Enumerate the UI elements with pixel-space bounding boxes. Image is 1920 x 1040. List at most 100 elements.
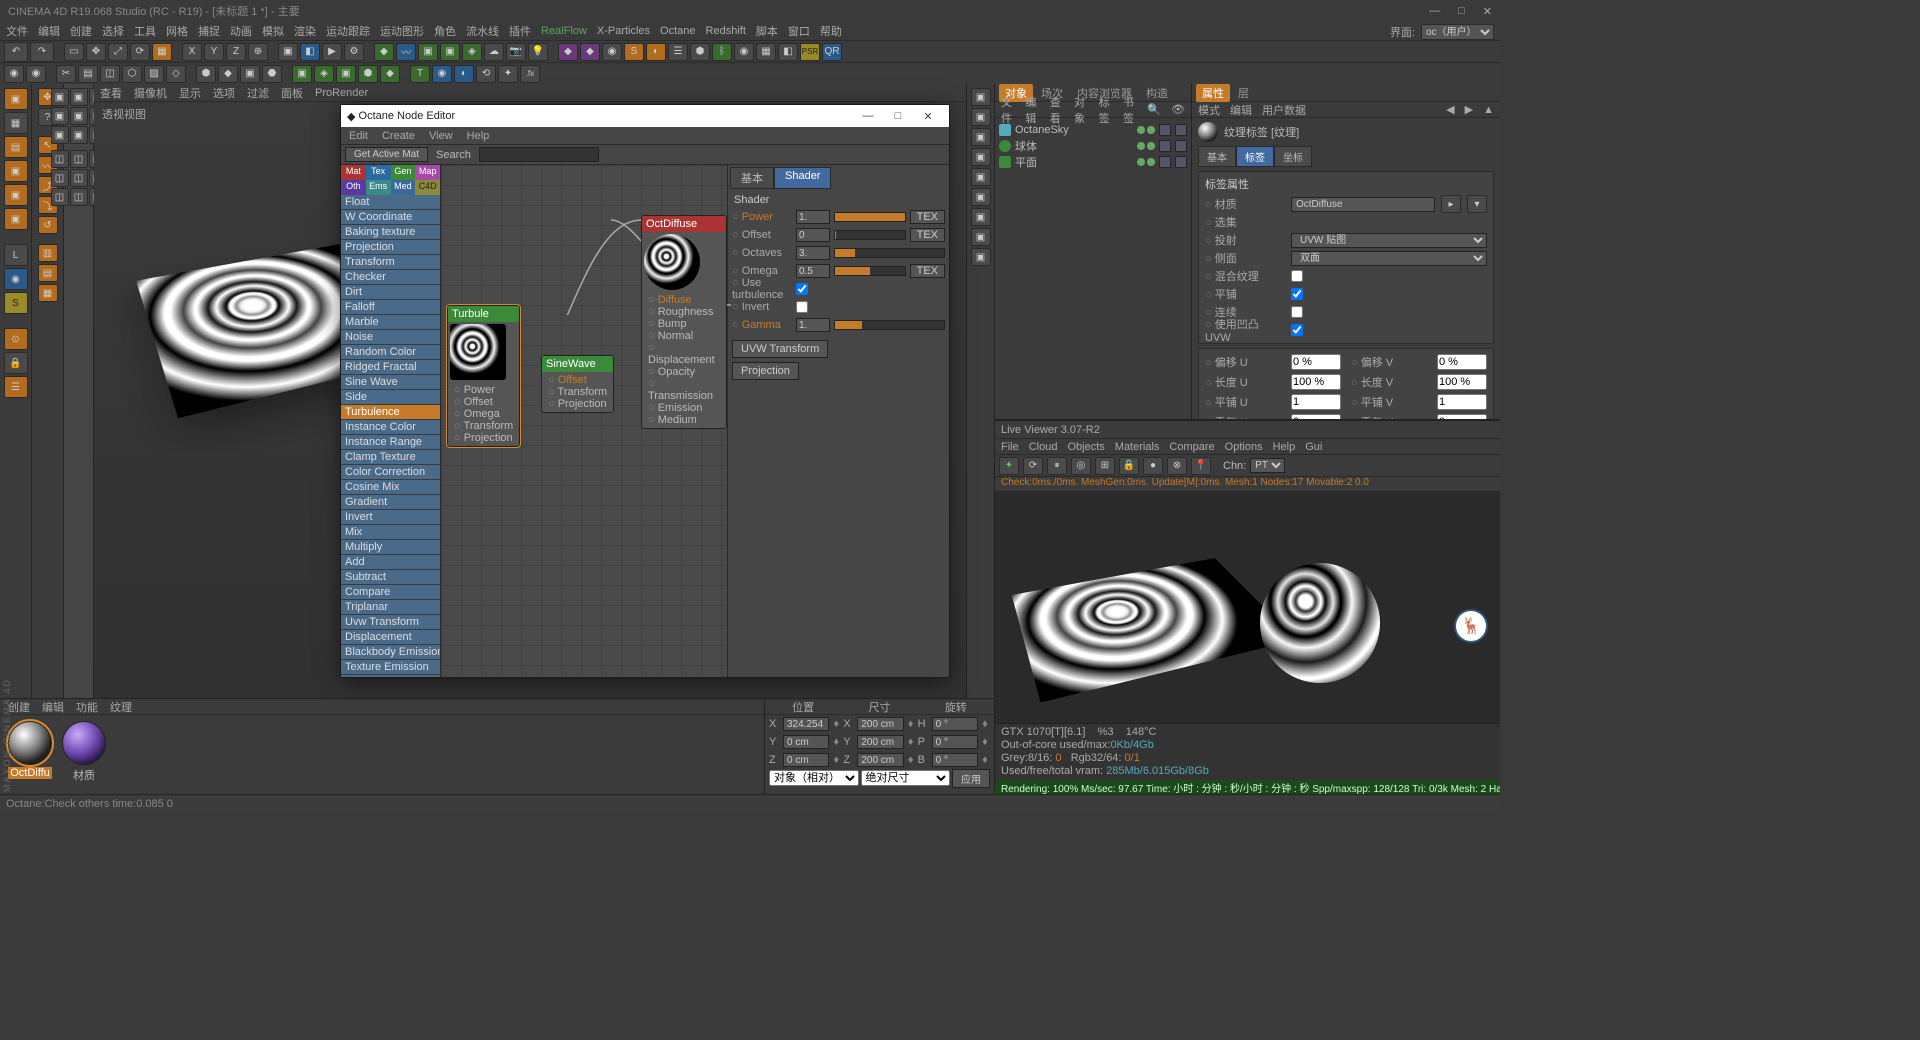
- stop-icon[interactable]: ◎: [1071, 457, 1091, 475]
- pause-icon[interactable]: ⏸: [1047, 457, 1067, 475]
- eye-icon[interactable]: 👁: [1171, 103, 1185, 116]
- search-icon[interactable]: 🔍: [1147, 103, 1161, 116]
- add-icon[interactable]: ◆: [374, 43, 394, 61]
- nav-up-icon[interactable]: ▲: [1483, 104, 1494, 116]
- render-progress: Rendering: 100% Ms/sec: 97.67 Time: 小时 :…: [995, 780, 1500, 794]
- redo-icon[interactable]: ↷: [30, 42, 54, 62]
- close-icon[interactable]: ✕: [1483, 5, 1492, 18]
- pin-icon[interactable]: 📍: [1191, 457, 1211, 475]
- magnet-icon[interactable]: ⊙: [4, 328, 28, 350]
- render-info: Check:0ms./0ms. MeshGen:0ms. Update[M]:0…: [995, 477, 1500, 491]
- channel-select[interactable]: PT: [1250, 458, 1285, 473]
- deformer-icon[interactable]: ◈: [462, 43, 482, 61]
- obj-plane[interactable]: 平面: [999, 154, 1187, 170]
- minimize-icon[interactable]: —: [1429, 5, 1440, 18]
- cube-icon[interactable]: ▣: [278, 43, 298, 61]
- axis-z-icon[interactable]: Z: [226, 43, 246, 61]
- node-search-input[interactable]: [479, 147, 599, 162]
- tool-icon[interactable]: ▦: [152, 43, 172, 61]
- mid-tool-strip: ▣▣▣ ▣▣▣ ▣▣▣ ⚙ ▤: [966, 84, 994, 794]
- light-icon[interactable]: 💡: [528, 43, 548, 61]
- layout-select[interactable]: oc（用户）: [1421, 24, 1494, 40]
- projection-button[interactable]: Projection: [732, 362, 799, 380]
- one-close-icon[interactable]: ✕: [913, 110, 943, 123]
- render-icon[interactable]: ▶: [322, 43, 342, 61]
- window-titlebar: CINEMA 4D R19.068 Studio (RC - R19) - [未…: [0, 0, 1500, 22]
- sky-tag-icon[interactable]: [1159, 124, 1171, 136]
- node-sinewave[interactable]: SineWave Offset Transform Projection: [541, 355, 614, 413]
- lock2-icon[interactable]: 🔒: [1119, 457, 1139, 475]
- tab-shader[interactable]: Shader: [774, 167, 831, 189]
- node-turbulence[interactable]: Turbule Power Offset Omega Transform Pro…: [447, 305, 520, 447]
- apply-button[interactable]: 应用: [952, 769, 990, 788]
- node-octdiffuse[interactable]: OctDiffuse Diffuse Roughness Bump Normal…: [641, 215, 727, 429]
- watermark-icon: 🦌: [1454, 609, 1488, 643]
- generator2-icon[interactable]: ▣: [440, 43, 460, 61]
- diffuse-preview: [644, 234, 700, 290]
- gpu-stats: GTX 1070[T][6.1] %3 148°C Out-of-core us…: [995, 723, 1500, 780]
- material-octdiffuse[interactable]: OctDiffu: [6, 721, 54, 783]
- list-turbulence[interactable]: Turbulence: [341, 405, 440, 420]
- material-field[interactable]: [1291, 197, 1435, 212]
- axis-y-icon[interactable]: Y: [204, 43, 224, 61]
- render-sphere: [1260, 563, 1380, 683]
- use-turbulence-checkbox[interactable]: [796, 283, 808, 295]
- viewport-label: 透视视图: [102, 106, 146, 122]
- play-icon[interactable]: ✦: [999, 457, 1019, 475]
- axis-x-icon[interactable]: X: [182, 43, 202, 61]
- generator-icon[interactable]: ▣: [418, 43, 438, 61]
- tex-button-1[interactable]: TEX: [910, 210, 945, 224]
- uvw-transform-button[interactable]: UVW Transform: [732, 340, 828, 358]
- left-tool-strip-3: ▣▣▣ ▣▣▣ ▣▣▣ ◫◫◫ ◫◫◫ ◫◫◫: [64, 84, 94, 794]
- render-plane: [1012, 558, 1297, 702]
- coordinate-manager: 位置尺寸旋转 X♦X♦H♦ Y♦Y♦P♦ Z♦Z♦B♦ 对象（相对）绝对尺寸应用: [764, 698, 994, 794]
- rendersettings-icon[interactable]: ⚙: [344, 43, 364, 61]
- live-viewer-title: Live Viewer 3.07-R2: [1001, 424, 1100, 436]
- tile-checkbox[interactable]: [1291, 288, 1303, 300]
- tab-attr[interactable]: 属性: [1196, 84, 1230, 102]
- cube-tool-icon[interactable]: ▣: [4, 88, 28, 110]
- coord-mode-1[interactable]: 对象（相对）: [769, 770, 859, 786]
- one-titlebar[interactable]: ◆ Octane Node Editor — □ ✕: [341, 105, 949, 127]
- spline-icon[interactable]: 〰: [396, 43, 416, 61]
- get-active-mat-button[interactable]: Get Active Mat: [345, 147, 428, 162]
- move-icon[interactable]: ✥: [86, 43, 106, 61]
- main-menu: 文件 编辑 创建 选择 工具 网格 捕捉 动画 模拟 渲染 运动跟踪 运动图形 …: [0, 22, 1500, 40]
- app-title: CINEMA 4D R19.068 Studio (RC - R19) - [未…: [8, 3, 300, 19]
- cube2-icon[interactable]: ◧: [300, 43, 320, 61]
- obj-sphere[interactable]: 球体: [999, 138, 1187, 154]
- object-manager: 对象 场次 内容浏览器 构造 文件 编辑 查看 对象 标签 书签 🔍 👁 Oct…: [995, 84, 1192, 419]
- select-icon[interactable]: ▭: [64, 43, 84, 61]
- node-graph[interactable]: Turbule Power Offset Omega Transform Pro…: [441, 165, 727, 677]
- viewport-menu: 查看 摄像机 显示 选项 过滤 面板 ProRender: [94, 84, 966, 102]
- obj-octanesky[interactable]: OctaneSky: [999, 122, 1187, 138]
- tab-tag[interactable]: 标签: [1236, 146, 1274, 167]
- reload-icon[interactable]: ⟳: [1023, 457, 1043, 475]
- one-minimize-icon[interactable]: —: [853, 110, 883, 122]
- maximize-icon[interactable]: □: [1458, 5, 1465, 18]
- turbulence-preview: [450, 324, 506, 380]
- one-maximize-icon[interactable]: □: [883, 110, 913, 122]
- camera-icon[interactable]: 📷: [506, 43, 526, 61]
- toolbar-row-2: ◉◉ ✂▤◫⬡▨◇ ⬢◆▣⬣ ▣◈▣⬢◆ T◉◐⟲✦.fx: [0, 62, 1500, 84]
- projection-select[interactable]: UVW 贴图: [1291, 233, 1487, 248]
- side-select[interactable]: 双面: [1291, 251, 1487, 266]
- material-pick-icon[interactable]: ▸: [1441, 195, 1461, 213]
- node-list[interactable]: MatTexGenMap OthEmsMedC4D FloatW Coordin…: [341, 165, 441, 677]
- rotate-icon[interactable]: ⟳: [130, 43, 150, 61]
- toolbar-row-1: ↶ ↷ ▭ ✥ ⤢ ⟳ ▦ X Y Z ⊕ ▣ ◧ ▶ ⚙ ◆ 〰 ▣ ▣ ◈ …: [0, 40, 1500, 62]
- live-viewer: Live Viewer 3.07-R2 File Cloud Objects M…: [995, 420, 1500, 794]
- lock-icon[interactable]: 🔒: [4, 352, 28, 374]
- undo-icon[interactable]: ↶: [4, 42, 28, 62]
- live-canvas[interactable]: 🦌: [995, 491, 1500, 723]
- coord-mode-2[interactable]: 绝对尺寸: [861, 770, 951, 786]
- nav-fwd-icon[interactable]: ▶: [1465, 103, 1473, 116]
- nav-back-icon[interactable]: ◀: [1446, 103, 1454, 116]
- material-thumb-icon: [1198, 122, 1218, 142]
- checker-icon[interactable]: ▦: [4, 112, 28, 134]
- scale-icon[interactable]: ⤢: [108, 43, 128, 61]
- world-icon[interactable]: ⊕: [248, 43, 268, 61]
- maxon-logo: MAXON CINEMA 4D: [2, 678, 12, 792]
- material-default[interactable]: 材质: [60, 721, 108, 783]
- environment-icon[interactable]: ☁: [484, 43, 504, 61]
